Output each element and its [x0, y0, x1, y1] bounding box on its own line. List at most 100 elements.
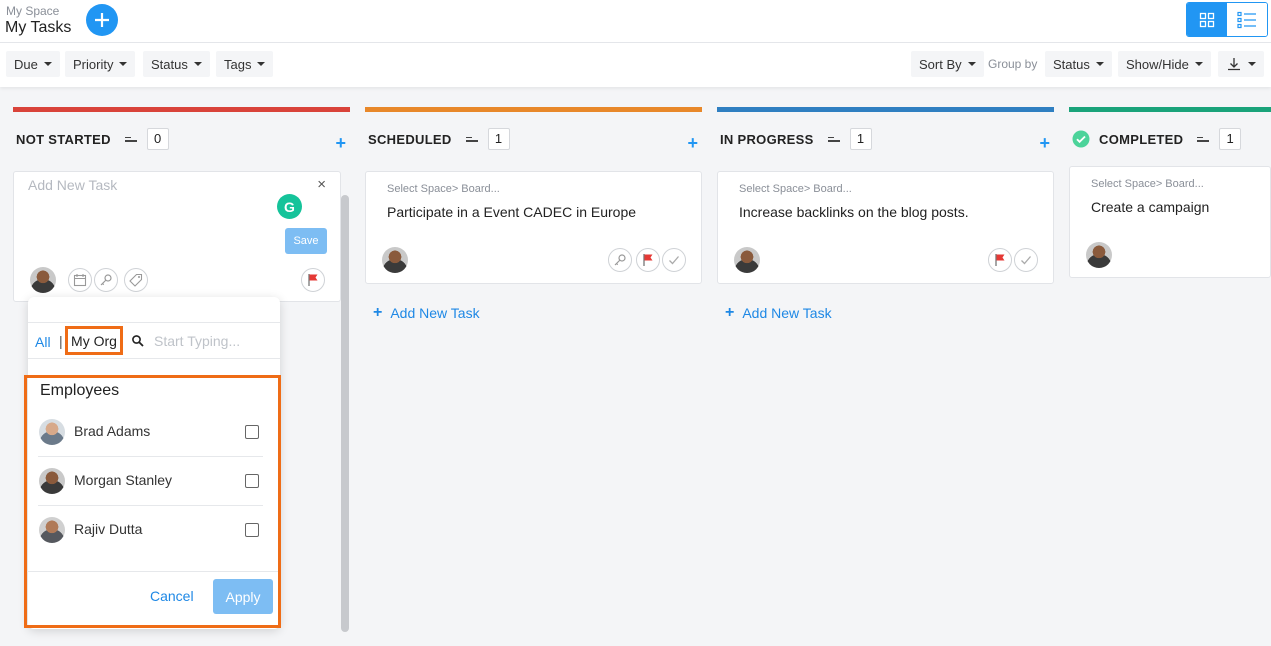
card-title[interactable]: Create a campaign [1091, 199, 1209, 215]
due-filter[interactable]: Due [6, 51, 60, 77]
task-count-badge: 1 [487, 128, 510, 150]
column-scheduled: SCHEDULED 1 + Select Space> Board... Par… [365, 103, 702, 646]
show-hide-label: Show/Hide [1126, 56, 1189, 72]
add-task-plus-icon[interactable]: + [687, 133, 698, 154]
tab-all[interactable]: All [35, 334, 51, 350]
caret-down-icon [119, 62, 128, 66]
column-title: COMPLETED [1099, 131, 1184, 147]
tags-filter[interactable]: Tags [216, 51, 274, 77]
key-icon[interactable] [608, 248, 632, 272]
apply-button[interactable]: Apply [213, 579, 273, 614]
show-hide-dropdown[interactable]: Show/Hide [1118, 51, 1211, 77]
column-header: COMPLETED 1 [1072, 128, 1242, 150]
caret-down-icon [257, 62, 266, 66]
collapse-icon[interactable] [1197, 135, 1210, 144]
tab-separator: | [59, 333, 63, 349]
tag-icon[interactable] [124, 268, 148, 292]
assignee-avatar[interactable] [1086, 242, 1112, 268]
download-icon [1228, 58, 1240, 71]
new-task-editor: Add New Task × G Save [13, 171, 341, 302]
task-count-badge: 1 [1219, 128, 1242, 150]
board-view-icon [1199, 12, 1215, 27]
download-button[interactable] [1218, 51, 1264, 77]
plus-icon: + [725, 304, 735, 321]
employee-name: Morgan Stanley [74, 472, 173, 488]
card-space-link[interactable]: Select Space> Board... [739, 183, 852, 195]
task-card[interactable]: Select Space> Board... Increase backlink… [717, 171, 1054, 284]
flag-icon[interactable] [988, 248, 1012, 272]
assignee-dropdown: All | My Org Employees Brad Adams Morgan… [24, 297, 281, 629]
plus-icon: + [373, 304, 383, 321]
caret-down-icon [1194, 62, 1203, 66]
collapse-icon[interactable] [124, 135, 137, 144]
tags-filter-label: Tags [224, 56, 252, 72]
collapse-icon[interactable] [827, 135, 840, 144]
employee-row[interactable]: Brad Adams [38, 408, 263, 457]
add-new-task-link[interactable]: + Add New Task [373, 304, 480, 322]
status-filter[interactable]: Status [143, 51, 210, 77]
close-icon[interactable]: × [317, 176, 326, 193]
key-icon[interactable] [94, 268, 118, 292]
add-new-task-label: Add New Task [390, 305, 480, 321]
caret-down-icon [1248, 62, 1256, 66]
employee-checkbox[interactable] [245, 474, 259, 488]
employee-row[interactable]: Rajiv Dutta [38, 506, 263, 555]
assignee-avatar[interactable] [382, 247, 408, 273]
task-count-badge: 0 [146, 128, 169, 150]
collapse-icon[interactable] [465, 135, 478, 144]
checkmark-icon[interactable] [1014, 248, 1038, 272]
card-space-link[interactable]: Select Space> Board... [387, 183, 500, 195]
caret-down-icon [193, 62, 202, 66]
priority-filter-label: Priority [73, 56, 114, 72]
breadcrumb[interactable]: My Space [6, 4, 59, 18]
grammarly-icon[interactable]: G [277, 194, 302, 219]
search-icon [132, 335, 144, 347]
plus-icon [95, 13, 109, 27]
add-task-plus-icon[interactable]: + [335, 133, 346, 154]
group-by-value: Status [1053, 56, 1090, 72]
list-view-button[interactable] [1227, 3, 1267, 36]
task-card[interactable]: Select Space> Board... Participate in a … [365, 171, 702, 284]
add-task-plus-icon[interactable]: + [1039, 133, 1050, 154]
card-space-link[interactable]: Select Space> Board... [1091, 178, 1204, 190]
divider [27, 571, 278, 572]
caret-down-icon [967, 62, 976, 66]
completed-check-icon [1072, 130, 1090, 148]
checkmark-icon[interactable] [662, 248, 686, 272]
save-button[interactable]: Save [285, 228, 327, 254]
task-card[interactable]: Select Space> Board... Create a campaign [1069, 166, 1271, 278]
task-count-badge: 1 [849, 128, 872, 150]
group-by-dropdown[interactable]: Status [1045, 51, 1112, 77]
page-title: My Tasks [5, 19, 72, 36]
assignee-avatar[interactable] [30, 267, 56, 293]
assignee-tabs: All | My Org [28, 322, 280, 359]
cancel-button[interactable]: Cancel [150, 588, 194, 604]
add-new-task-label: Add New Task [742, 305, 832, 321]
flag-icon[interactable] [301, 268, 325, 292]
column-color-bar [717, 107, 1054, 112]
new-task-input[interactable]: Add New Task [28, 177, 117, 193]
card-title[interactable]: Participate in a Event CADEC in Europe [387, 204, 636, 220]
calendar-icon[interactable] [68, 268, 92, 292]
assignee-avatar[interactable] [734, 247, 760, 273]
column-in-progress: IN PROGRESS 1 + Select Space> Board... I… [717, 103, 1054, 646]
column-color-bar [1069, 107, 1271, 112]
column-header: NOT STARTED 0 [16, 128, 169, 150]
employee-checkbox[interactable] [245, 425, 259, 439]
employee-search-input[interactable] [154, 330, 274, 352]
tab-my-org[interactable]: My Org [65, 326, 123, 355]
board-view-button[interactable] [1187, 3, 1227, 36]
card-title[interactable]: Increase backlinks on the blog posts. [739, 204, 969, 220]
add-new-task-link[interactable]: + Add New Task [725, 304, 832, 322]
filter-bar: Due Priority Status Tags Sort By Group b… [0, 43, 1271, 87]
add-task-button[interactable] [86, 4, 118, 36]
flag-icon[interactable] [636, 248, 660, 272]
sort-by-dropdown[interactable]: Sort By [911, 51, 984, 77]
column-header: IN PROGRESS 1 [720, 128, 872, 150]
employee-checkbox[interactable] [245, 523, 259, 537]
column-color-bar [365, 107, 702, 112]
column-scrollbar[interactable] [341, 195, 349, 632]
employee-name: Brad Adams [74, 423, 151, 439]
employee-row[interactable]: Morgan Stanley [38, 457, 263, 506]
priority-filter[interactable]: Priority [65, 51, 136, 77]
